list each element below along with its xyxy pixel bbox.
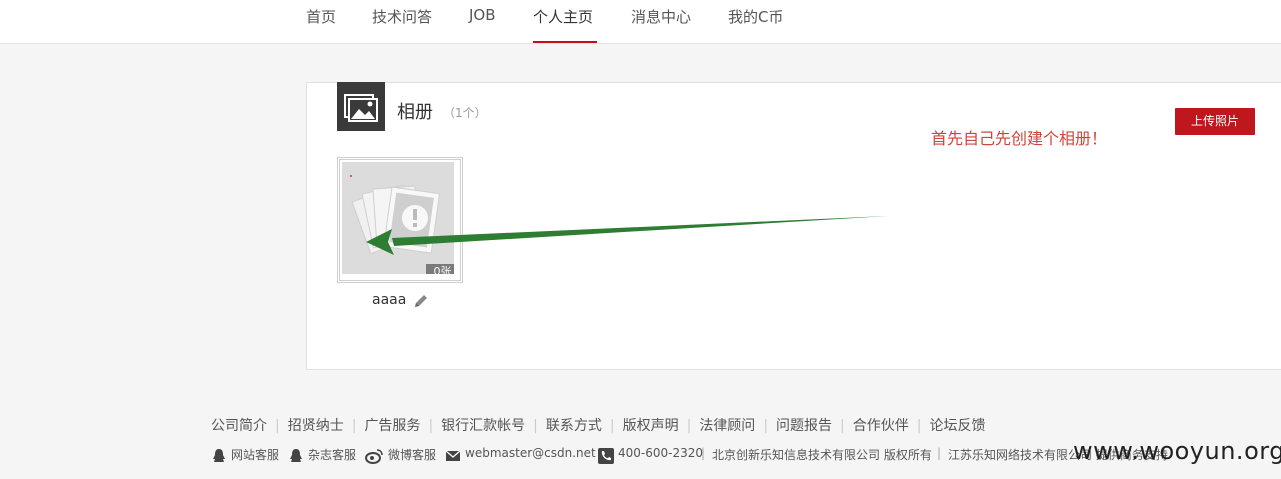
footer-link-copyright[interactable]: 版权声明 xyxy=(623,418,679,434)
watermark: www.wooyun.org xyxy=(1073,437,1281,465)
footer-link-about[interactable]: 公司简介 xyxy=(211,418,267,434)
email-link[interactable]: webmaster@csdn.net xyxy=(465,446,596,460)
footer-divider: | xyxy=(701,446,706,460)
footer-divider: | xyxy=(351,418,357,434)
annotation-arrow xyxy=(366,216,888,255)
qq-icon xyxy=(288,448,304,464)
company-copyright: 北京创新乐知信息技术有限公司 版权所有 xyxy=(712,448,932,462)
footer-divider: | xyxy=(686,418,692,434)
footer-divider: | xyxy=(275,418,280,434)
phone-number: 400-600-2320 xyxy=(618,446,704,460)
weibo-icon xyxy=(365,448,383,464)
footer-link-careers[interactable]: 招贤纳士 xyxy=(288,418,344,434)
footer-divider: | xyxy=(609,418,615,434)
footer-link-partners[interactable]: 合作伙伴 xyxy=(853,418,909,434)
footer-link-bank[interactable]: 银行汇款帐号 xyxy=(441,418,525,434)
weibo-service-link[interactable]: 微博客服 xyxy=(388,446,436,463)
footer-divider: | xyxy=(937,446,942,460)
footer-divider: | xyxy=(916,418,922,434)
phone-icon xyxy=(598,448,614,464)
footer-link-legal[interactable]: 法律顾问 xyxy=(699,418,755,434)
footer-links: 公司简介 | 招贤纳士 | 广告服务 | 银行汇款帐号 | 联系方式 | 版权声明 | 法律顾问 | 问题报… xyxy=(211,415,985,435)
footer-divider: | xyxy=(428,418,434,434)
qq-icon xyxy=(211,448,227,464)
footer-link-ads[interactable]: 广告服务 xyxy=(364,418,420,434)
footer-link-report[interactable]: 问题报告 xyxy=(776,418,832,434)
mail-icon xyxy=(445,448,461,464)
footer-divider: | xyxy=(533,418,538,434)
magazine-service-link[interactable]: 杂志客服 xyxy=(308,446,356,463)
site-service-link[interactable]: 网站客服 xyxy=(231,446,279,463)
footer-link-feedback[interactable]: 论坛反馈 xyxy=(929,418,985,434)
footer-link-contact[interactable]: 联系方式 xyxy=(546,418,602,434)
footer-divider: | xyxy=(763,418,769,434)
footer-divider: | xyxy=(840,418,845,434)
